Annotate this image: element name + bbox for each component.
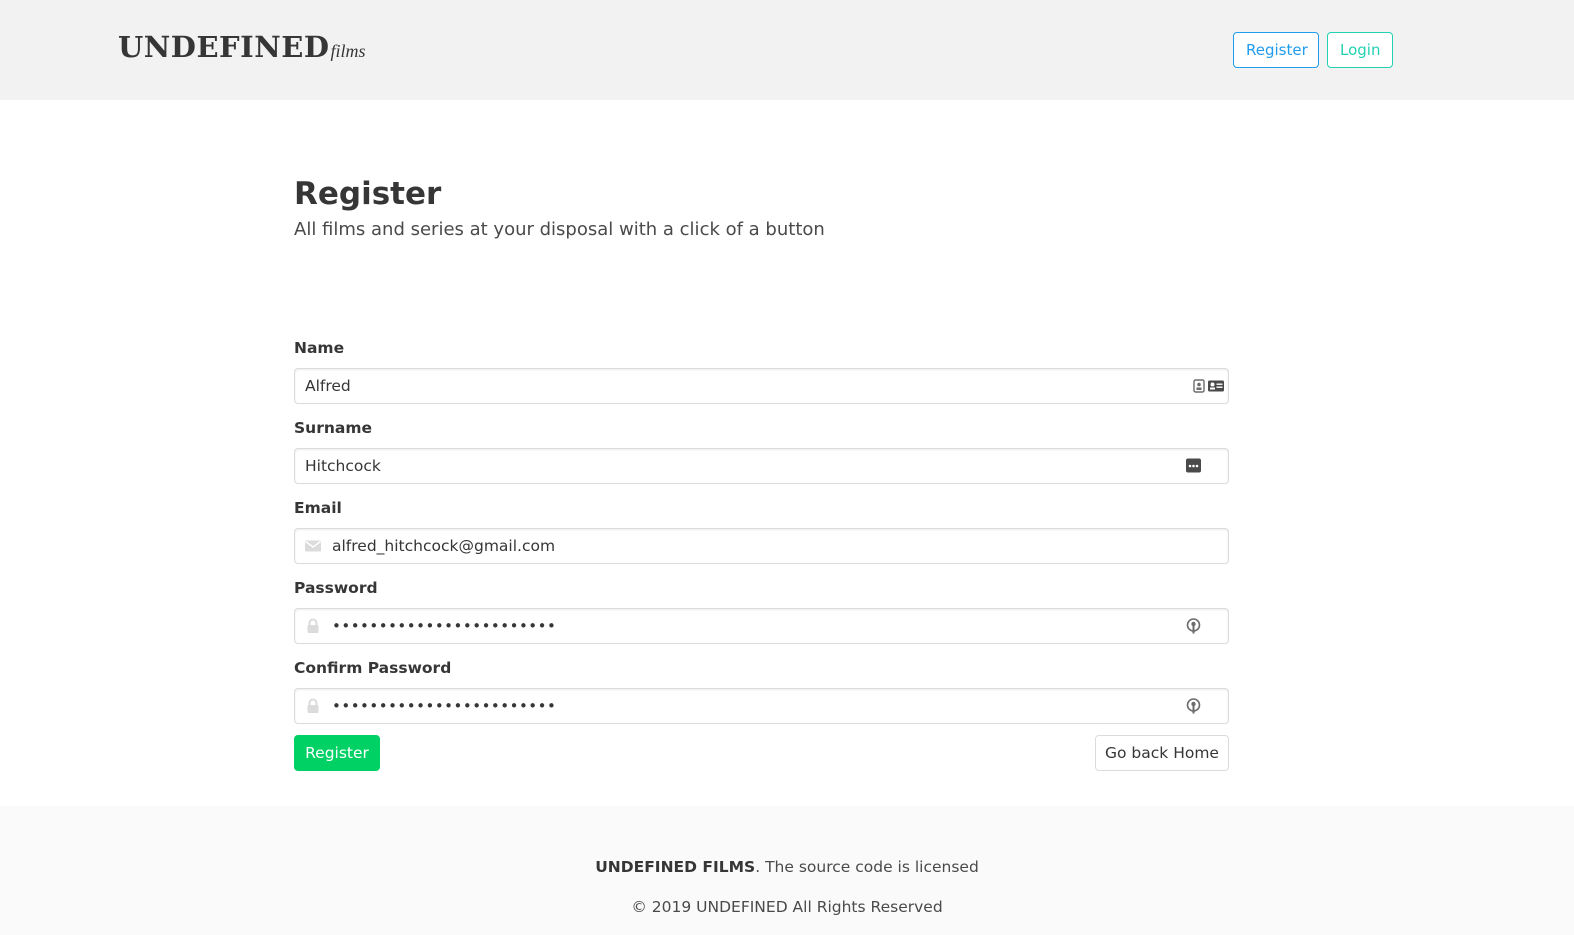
brand-name: UNDEFINED	[118, 30, 330, 64]
surname-field[interactable]: Hitchcock	[294, 448, 1229, 484]
email-field[interactable]: alfred_hitchcock@gmail.com	[294, 528, 1229, 564]
name-label: Name	[294, 339, 345, 357]
email-label: Email	[294, 499, 342, 517]
key-icon[interactable]	[1185, 697, 1219, 715]
password-label: Password	[294, 579, 378, 597]
footer: UNDEFINED FILMS. The source code is lice…	[0, 806, 1574, 935]
contact-card-icon[interactable]	[1193, 377, 1227, 395]
name-field[interactable]: Alfred	[294, 368, 1229, 404]
surname-label: Surname	[294, 419, 372, 437]
confirm-password-field[interactable]: ••••••••••••••••••••••••	[294, 688, 1229, 724]
confirm-password-label: Confirm Password	[294, 659, 452, 677]
autofill-dots-icon[interactable]	[1185, 457, 1219, 475]
page-title: Register	[294, 176, 442, 212]
confirm-password-value: ••••••••••••••••••••••••	[332, 697, 557, 715]
brand-logo[interactable]: UNDEFINED films	[118, 30, 365, 70]
envelope-icon	[304, 538, 322, 554]
footer-copyright: © 2019 UNDEFINED All Rights Reserved	[631, 898, 943, 916]
password-field[interactable]: ••••••••••••••••••••••••	[294, 608, 1229, 644]
name-value: Alfred	[305, 377, 351, 395]
nav-login-button[interactable]: Login	[1327, 32, 1393, 68]
footer-license: UNDEFINED FILMS. The source code is lice…	[0, 856, 1574, 878]
brand-tagline: films	[330, 41, 366, 61]
go-back-home-button[interactable]: Go back Home	[1095, 735, 1229, 771]
nav-register-button[interactable]: Register	[1233, 32, 1319, 68]
surname-value: Hitchcock	[305, 457, 381, 475]
navbar: UNDEFINED films Register Login	[0, 0, 1574, 100]
password-value: ••••••••••••••••••••••••	[332, 617, 557, 635]
lock-icon	[304, 618, 322, 634]
lock-icon	[304, 698, 322, 714]
key-icon[interactable]	[1185, 617, 1219, 635]
footer-brand: UNDEFINED FILMS	[595, 858, 756, 876]
register-submit-button[interactable]: Register	[294, 735, 380, 771]
email-value: alfred_hitchcock@gmail.com	[332, 537, 556, 555]
footer-license-text: . The source code is licensed	[755, 858, 979, 876]
page-subtitle: All films and series at your disposal wi…	[294, 219, 825, 240]
